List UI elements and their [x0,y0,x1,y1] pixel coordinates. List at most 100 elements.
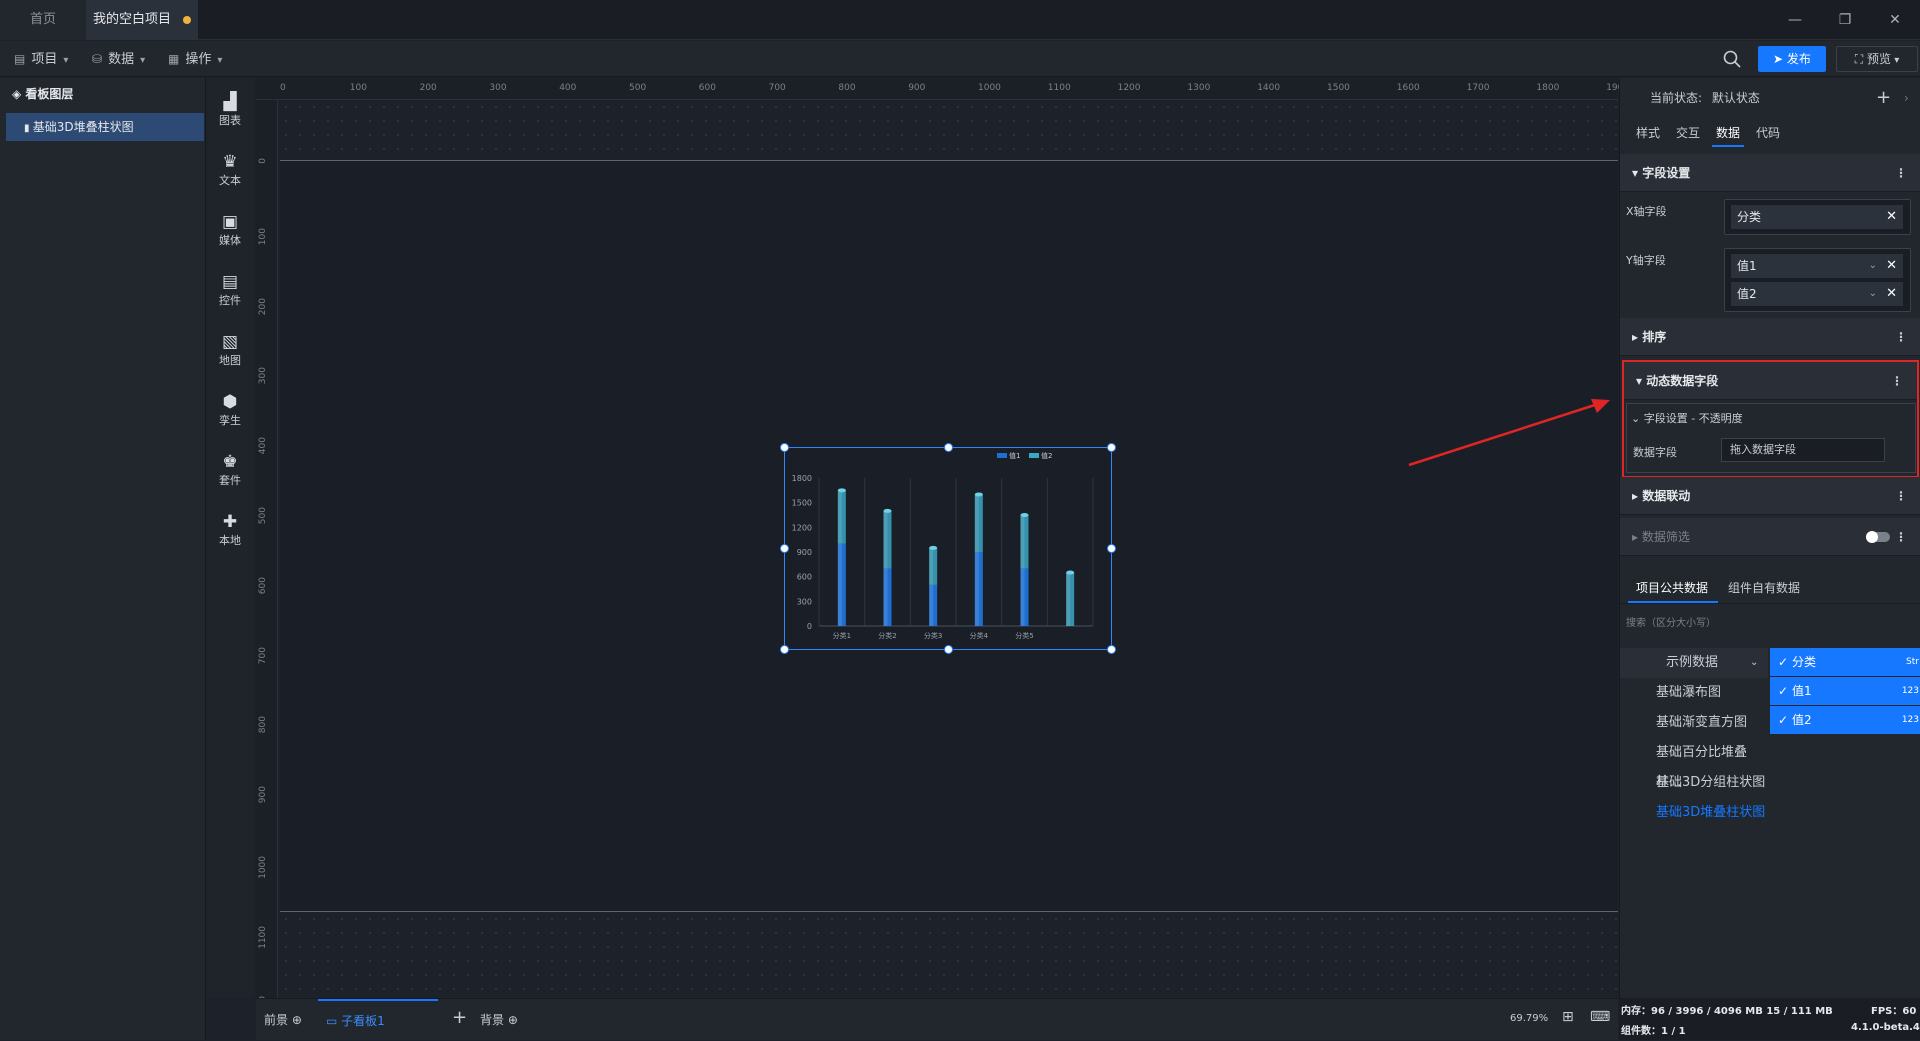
keyboard-icon[interactable]: ⌨ [1590,1009,1610,1025]
search-icon[interactable] [1722,49,1742,69]
close-icon[interactable]: ✕ [1886,205,1897,229]
y-tick-label: 0 [807,622,812,631]
menu-data[interactable]: ⛁ 数据 ▾ [92,41,145,77]
ruler-tick-label: 200 [419,83,437,93]
preview-button[interactable]: ⛶ 预览 ▾ [1836,46,1918,72]
x-field-chip[interactable]: 分类 ✕ [1731,205,1903,229]
tab-interaction[interactable]: 交互 [1676,124,1700,141]
component-count: 组件数：1 / 1 [1621,1026,1686,1037]
add-board-button[interactable]: + [452,1007,467,1028]
bar-highlight [929,547,934,585]
caret-down-icon: ▾ [1632,166,1643,180]
tab-public-data[interactable]: 项目公共数据 [1636,579,1708,596]
front-layer-tab[interactable]: 前景 ⊕ [264,1011,302,1028]
resize-handle[interactable] [780,645,789,654]
resize-handle[interactable] [944,645,953,654]
chart-component[interactable]: 0 300 600 900 1200 1500 1800 分类1 分类2 分类3 分类4 分类5 值1 值… [780,443,1116,654]
tool-map[interactable]: ▧ 地图 [207,324,253,380]
menu-operate[interactable]: ▦ 操作 ▾ [168,41,222,77]
publish-label: 发布 [1786,52,1811,66]
search-hint[interactable]: 搜索（区分大小写） [1620,614,1920,629]
tool-widget[interactable]: ▤ 控件 [207,264,253,320]
source-item[interactable]: 基础3D分组柱状图 [1620,768,1768,798]
section-field-settings[interactable]: ▾ 字段设置 ⋮ [1620,154,1920,192]
field-item[interactable]: ✓ 值1 123 [1770,677,1920,705]
section-filter[interactable]: ▸ 数据筛选 ⋮ [1620,518,1920,556]
close-icon[interactable]: ✕ [1886,282,1897,306]
dynamic-sub-header[interactable]: ⌄ 字段设置 - 不透明度 [1631,410,1743,426]
field-item[interactable]: ✓ 分类 Str [1770,648,1920,676]
restore-button[interactable]: ❐ [1820,0,1870,40]
chevron-down-icon[interactable]: ⌄ [1869,254,1877,278]
menu-project[interactable]: ▤ 项目 ▾ [14,41,68,77]
section-dynamic-fields[interactable]: ▾ 动态数据字段 ⋮ [1624,362,1917,400]
source-group[interactable]: 示例数据 ⌄ [1620,648,1768,678]
close-icon[interactable]: ✕ [1886,254,1897,278]
tool-media[interactable]: ▣ 媒体 [207,204,253,260]
more-icon[interactable]: ⋮ [1891,362,1903,400]
tab-style[interactable]: 样式 [1636,124,1660,141]
chevron-down-icon[interactable]: ⌄ [1869,282,1877,306]
filter-toggle[interactable] [1866,531,1890,543]
tool-kit[interactable]: ♚ 套件 [207,444,253,500]
tool-text[interactable]: ♛ 文本 [207,144,253,200]
tool-kit-label: 套件 [219,474,241,487]
legend-swatch [1029,453,1039,458]
resize-handle[interactable] [780,443,789,452]
kit-icon: ♚ [222,452,238,472]
tab-home[interactable]: 首页 [0,0,86,40]
layer-item[interactable]: ▮ 基础3D堆叠柱状图 [6,113,204,141]
ruler-tick-label: 200 [258,297,268,315]
bar-highlight [974,494,979,552]
ruler-tick-label: 400 [559,83,577,93]
more-icon[interactable]: ⋮ [1895,477,1907,515]
more-icon[interactable]: ⋮ [1895,518,1907,556]
fullscreen-icon: ⛶ [1854,52,1867,66]
section-sort[interactable]: ▸ 排序 ⋮ [1620,318,1920,356]
source-item[interactable]: 基础瀑布图 [1620,678,1768,708]
tool-chart[interactable]: ▟ 图表 [207,84,253,140]
tab-project[interactable]: 我的空白项目 [86,0,198,40]
tool-local[interactable]: ✚ 本地 [207,504,253,560]
more-icon[interactable]: ⋮ [1895,154,1907,192]
tab-code[interactable]: 代码 [1756,124,1780,141]
source-item-active[interactable]: 基础3D堆叠柱状图 [1620,798,1768,828]
state-value[interactable]: 默认状态 [1712,91,1760,105]
resize-handle[interactable] [780,544,789,553]
sub-board-tab[interactable]: ▭ 子看板1 [318,999,438,1041]
y-field-chip[interactable]: 值2 ⌄ ✕ [1731,282,1903,306]
tab-own-data[interactable]: 组件自有数据 [1728,579,1800,596]
caret-right-icon: ▸ [1632,489,1643,503]
resize-handle[interactable] [1107,645,1116,654]
close-button[interactable]: ✕ [1870,0,1920,40]
caret-right-icon: ▸ [1632,330,1643,344]
resize-handle[interactable] [1107,443,1116,452]
stacked-bar-chart: 0 300 600 900 1200 1500 1800 分类1 分类2 分类3 分类4 分类5 值1 值… [792,451,1094,640]
resize-handle[interactable] [1107,544,1116,553]
add-state-icon[interactable]: + [1876,78,1891,118]
chevron-right-icon[interactable]: › [1904,78,1909,118]
resize-handle[interactable] [944,443,953,452]
y-tick-label: 900 [797,548,812,557]
field-type: 123 [1901,715,1919,725]
back-layer-tab[interactable]: 背景 ⊕ [480,1011,518,1028]
source-item[interactable]: 基础百分比堆叠柱... [1620,738,1768,790]
x-field-drop[interactable]: 分类 ✕ [1724,199,1911,235]
y-tick-label: 1200 [792,523,812,532]
ruler-tick-label: 300 [258,367,268,385]
more-icon[interactable]: ⋮ [1895,318,1907,356]
minimize-button[interactable]: — [1770,0,1820,40]
dynamic-field-drop[interactable]: 拖入数据字段 [1721,438,1885,462]
fit-screen-icon[interactable]: ⊞ [1562,1009,1574,1025]
tab-data[interactable]: 数据 [1716,124,1740,141]
y-field-chip[interactable]: 值1 ⌄ ✕ [1731,254,1903,278]
publish-button[interactable]: ➤ 发布 [1758,46,1826,72]
bar-highlight [929,584,934,626]
tool-chart-label: 图表 [219,114,241,127]
field-item[interactable]: ✓ 值2 123 [1770,706,1920,734]
source-item[interactable]: 基础渐变直方图 [1620,708,1768,738]
tool-twin[interactable]: ⬢ 孪生 [207,384,253,440]
section-linkage[interactable]: ▸ 数据联动 ⋮ [1620,477,1920,515]
check-icon: ✓ [1778,684,1789,698]
y-field-drop[interactable]: 值1 ⌄ ✕ 值2 ⌄ ✕ [1724,248,1911,312]
